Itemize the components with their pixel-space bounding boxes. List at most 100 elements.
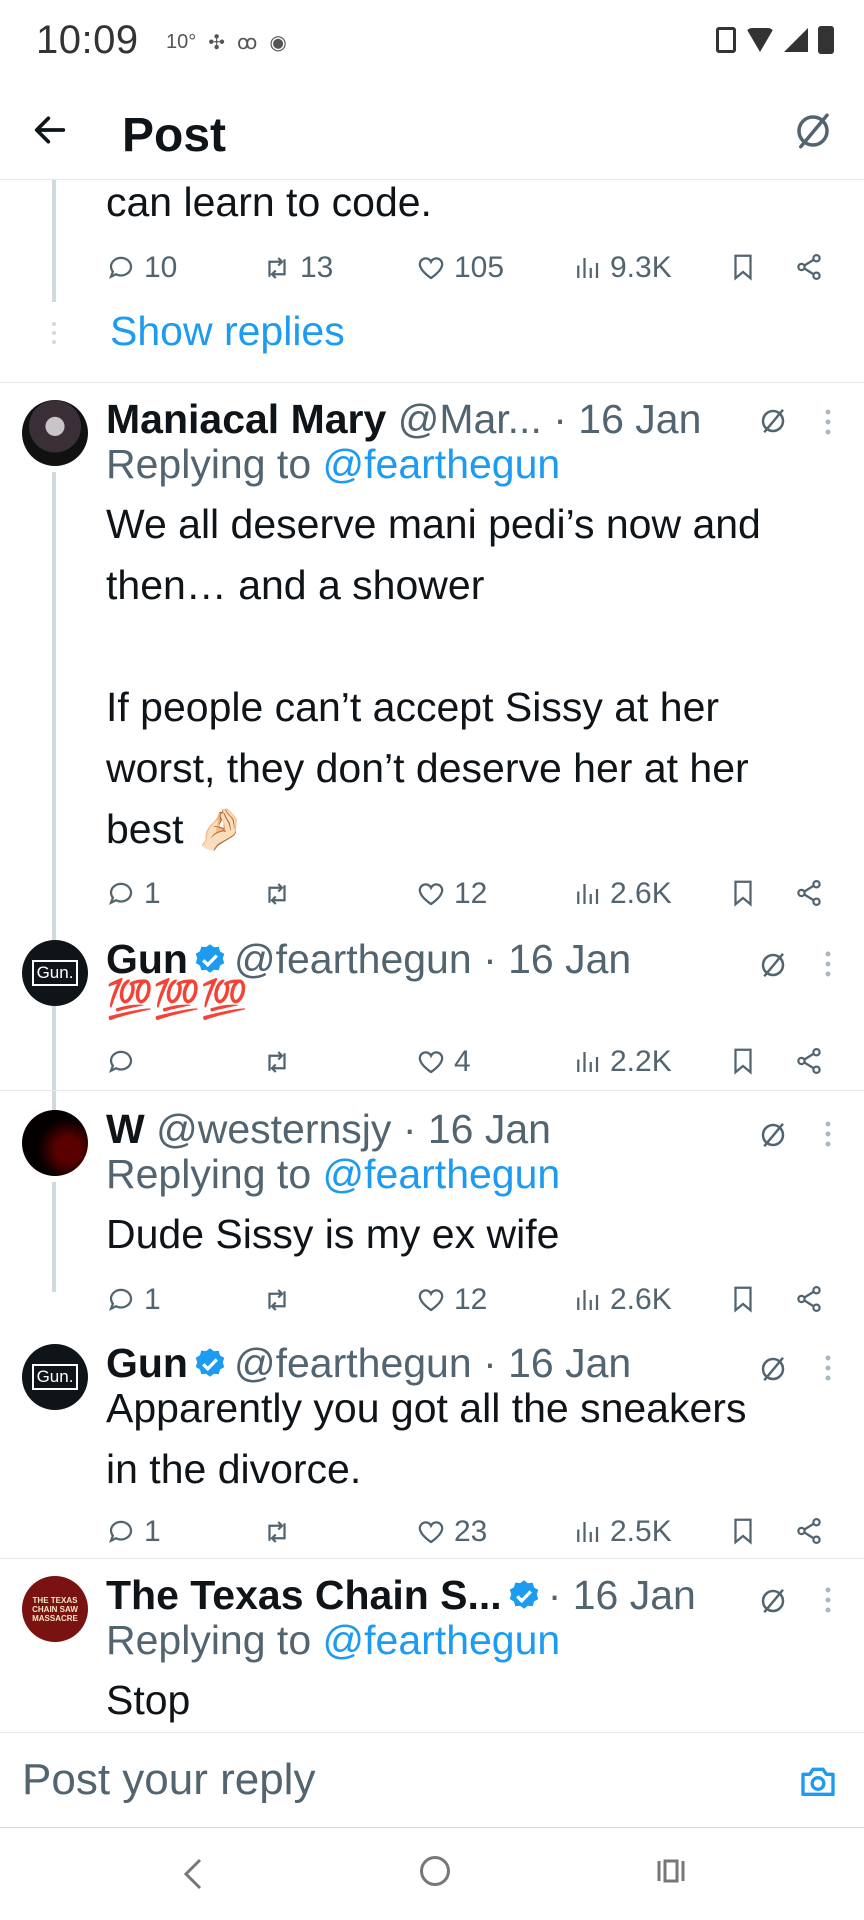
- repost-button[interactable]: [262, 1042, 292, 1082]
- battery-icon: [818, 26, 834, 54]
- signal-icon: [784, 28, 808, 52]
- camera-icon[interactable]: [798, 1761, 838, 1801]
- repost-button[interactable]: 13: [262, 248, 333, 288]
- grok-icon[interactable]: [792, 110, 834, 152]
- thread-connector: [52, 1182, 56, 1292]
- reply-button[interactable]: 1: [106, 874, 161, 914]
- grok-icon[interactable]: [758, 1586, 788, 1616]
- post-text-line: best 🤌🏻: [106, 806, 246, 852]
- reply-icon: [108, 1520, 133, 1544]
- author-handle[interactable]: @fearthegun: [234, 936, 472, 982]
- heart-icon: [418, 883, 444, 906]
- more-options-icon[interactable]: [824, 408, 832, 436]
- grok-icon[interactable]: [758, 950, 788, 980]
- avatar-logo-text: Gun.: [31, 960, 79, 986]
- views-icon: [577, 1290, 599, 1310]
- partial-post-actions: 10 13 105 9.3K: [106, 248, 826, 288]
- views-button[interactable]: 2.5K: [572, 1512, 672, 1552]
- like-button[interactable]: 23: [416, 1512, 487, 1552]
- bookmark-icon[interactable]: [728, 252, 758, 282]
- avatar-maniacal-mary[interactable]: [22, 400, 88, 466]
- grok-icon[interactable]: [758, 1354, 788, 1384]
- share-icon[interactable]: [794, 252, 824, 282]
- views-button[interactable]: 9.3K: [572, 248, 672, 288]
- replying-to-handle[interactable]: @fearthegun: [323, 441, 561, 487]
- avatar-w[interactable]: [22, 1110, 88, 1176]
- grok-icon[interactable]: [758, 406, 788, 436]
- repost-button[interactable]: [262, 1512, 292, 1552]
- post-body: We all deserve mani pedi’s now and then……: [106, 494, 761, 860]
- avatar-logo-line: CHAIN SAW: [32, 1604, 78, 1614]
- reply-count: 10: [144, 251, 178, 284]
- like-button[interactable]: 105: [416, 248, 504, 288]
- post-body: Apparently you got all the sneakers in t…: [106, 1378, 746, 1500]
- vibrate-icon: [716, 27, 736, 53]
- page-title: Post: [122, 109, 227, 162]
- pinwheel-icon: ✣: [208, 32, 226, 54]
- views-button[interactable]: 2.6K: [572, 1280, 672, 1320]
- repost-button[interactable]: [262, 874, 292, 914]
- reply-button[interactable]: 1: [106, 1512, 161, 1552]
- partial-post-text: can learn to code.: [106, 180, 432, 225]
- divider: [0, 382, 864, 383]
- show-replies-dots: [52, 322, 56, 344]
- post-text-line: We all deserve mani pedi’s now and: [106, 501, 761, 547]
- share-icon[interactable]: [794, 878, 824, 908]
- reply-button[interactable]: 10: [106, 248, 177, 288]
- post-actions: 1 12 2.6K: [106, 1280, 826, 1320]
- bookmark-icon[interactable]: [728, 1046, 758, 1076]
- status-time: 10:09: [36, 18, 139, 62]
- divider: [0, 1090, 864, 1091]
- reply-composer[interactable]: Post your reply: [0, 1732, 864, 1828]
- avatar-gun[interactable]: Gun.: [22, 940, 88, 1006]
- replying-to: Replying to @fearthegun: [106, 434, 560, 495]
- voicemail-icon: ꝏ: [237, 32, 258, 54]
- reply-count: 1: [144, 1515, 161, 1548]
- verified-badge-icon: [509, 1580, 538, 1609]
- like-count: 12: [454, 1283, 488, 1316]
- pinched-fingers-emoji: 🤌🏻: [194, 806, 246, 852]
- bookmark-icon[interactable]: [728, 878, 758, 908]
- nav-back-icon[interactable]: [180, 1854, 206, 1894]
- show-replies-link[interactable]: Show replies: [110, 308, 345, 355]
- replying-to: Replying to @fearthegun: [106, 1610, 560, 1671]
- like-button[interactable]: 12: [416, 1280, 487, 1320]
- repost-icon: [268, 257, 286, 279]
- reply-button[interactable]: [106, 1042, 136, 1082]
- repost-count: 13: [300, 251, 334, 284]
- views-button[interactable]: 2.6K: [572, 874, 672, 914]
- thread-feed: can learn to code. 10 13 105 9.3K Show r…: [0, 180, 864, 1732]
- share-icon[interactable]: [794, 1046, 824, 1076]
- eye-icon: ◉: [269, 32, 287, 54]
- nav-home-icon[interactable]: [420, 1856, 450, 1886]
- like-button[interactable]: 12: [416, 874, 487, 914]
- share-icon[interactable]: [794, 1516, 824, 1546]
- arrow-left-icon[interactable]: [30, 110, 70, 150]
- like-button[interactable]: 4: [416, 1042, 471, 1082]
- reply-icon: [108, 256, 133, 280]
- post-text-line: in the divorce.: [106, 1446, 362, 1492]
- more-options-icon[interactable]: [824, 1354, 832, 1382]
- post-text-line: then… and a shower: [106, 562, 485, 608]
- more-options-icon[interactable]: [824, 950, 832, 978]
- post-body: Dude Sissy is my ex wife: [106, 1211, 560, 1257]
- avatar-gun[interactable]: Gun.: [22, 1344, 88, 1410]
- views-count: 2.2K: [610, 1045, 672, 1078]
- views-icon: [577, 258, 599, 278]
- avatar-texas-chain-saw[interactable]: THE TEXAS CHAIN SAW MASSACRE: [22, 1576, 88, 1642]
- nav-recents-icon[interactable]: [656, 1856, 686, 1886]
- bookmark-icon[interactable]: [728, 1284, 758, 1314]
- bookmark-icon[interactable]: [728, 1516, 758, 1546]
- replying-to-handle[interactable]: @fearthegun: [323, 1151, 561, 1197]
- more-options-icon[interactable]: [824, 1586, 832, 1614]
- replying-to-handle[interactable]: @fearthegun: [323, 1617, 561, 1663]
- repost-button[interactable]: [262, 1280, 292, 1320]
- avatar-logo-text: Gun.: [31, 1364, 79, 1390]
- share-icon[interactable]: [794, 1284, 824, 1314]
- views-button[interactable]: 2.2K: [572, 1042, 672, 1082]
- replying-to-label: Replying to: [106, 1617, 312, 1663]
- more-options-icon[interactable]: [824, 1120, 832, 1148]
- reply-input[interactable]: Post your reply: [22, 1755, 315, 1805]
- reply-button[interactable]: 1: [106, 1280, 161, 1320]
- grok-icon[interactable]: [758, 1120, 788, 1150]
